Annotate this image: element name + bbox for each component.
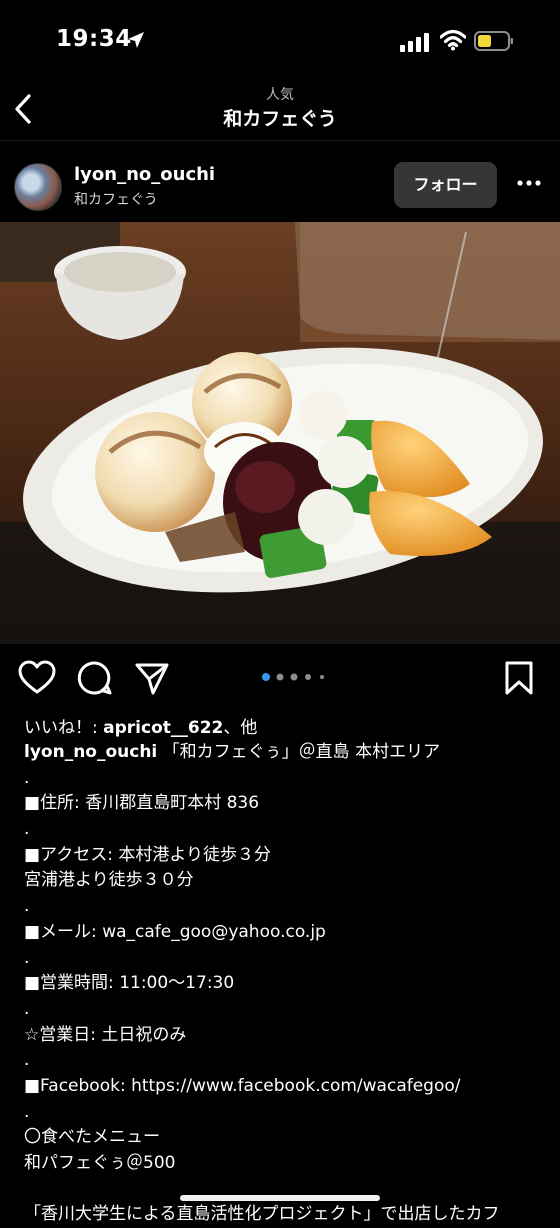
post-header: lyon_no_ouchi 和カフェぐう フォロー [0, 150, 560, 222]
caption-line: ■メール: wa_cafe_goo@yahoo.co.jp [24, 921, 326, 942]
status-time: 19:34 [56, 26, 132, 52]
share-send-icon[interactable] [134, 660, 170, 696]
caption-line: . [24, 896, 30, 917]
caption-line: ■アクセス: 本村港より徒歩３分 [24, 844, 272, 865]
likes-user[interactable]: apricot__622 [103, 718, 223, 738]
caption-first-line: lyon_no_ouchi 「和カフェぐぅ」＠直島 本村エリア [24, 740, 544, 766]
caption-username[interactable]: lyon_no_ouchi [24, 742, 157, 762]
home-indicator [180, 1195, 380, 1201]
caption: lyon_no_ouchi 「和カフェぐぅ」＠直島 本村エリア . ■住所: 香川… [24, 740, 544, 1228]
post-action-bar [0, 654, 560, 702]
battery-icon [474, 31, 513, 51]
caption-line: ☆営業日: 土日祝のみ [24, 1024, 187, 1045]
bookmark-icon[interactable] [504, 660, 534, 696]
caption-line: 「香川大学生による直島活性化プロジェクト」で出店したカフ [24, 1204, 500, 1225]
cellular-signal-icon [400, 33, 429, 52]
caption-body: . ■住所: 香川郡直島町本村 836. ■アクセス: 本村港より徒歩３分 宮浦港より… [24, 766, 544, 1228]
caption-line: 宮浦港より徒歩３０分 [24, 870, 194, 891]
likes-line: いいね！: apricot__622、他 [24, 713, 257, 738]
likes-prefix: いいね！: [24, 718, 104, 738]
heart-icon[interactable] [18, 660, 56, 696]
carousel-dot [305, 674, 311, 680]
likes-suffix[interactable]: 、他 [223, 718, 257, 738]
caption-line: . [24, 947, 30, 968]
carousel-dot [320, 675, 324, 679]
carousel-dot [290, 673, 298, 681]
carousel-dot [262, 673, 270, 681]
status-bar: 19:34 [0, 0, 560, 80]
location-arrow-icon [128, 32, 144, 48]
caption-line: 和パフェぐぅ＠500 [24, 1153, 176, 1173]
caption-line: 〇食べたメニュー [24, 1127, 160, 1148]
follow-button[interactable]: フォロー [394, 162, 497, 208]
wifi-icon [440, 29, 466, 51]
caption-line: ■住所: 香川郡直島町本村 836 [24, 793, 260, 814]
more-options-icon[interactable] [516, 179, 542, 187]
caption-line: . [24, 1101, 30, 1122]
top-nav-bar: 人気 和カフェぐう [0, 80, 560, 141]
caption-line: . [24, 1050, 30, 1071]
carousel-indicator [262, 673, 324, 681]
avatar[interactable] [14, 163, 62, 211]
caption-line: . [24, 819, 30, 840]
post-location[interactable]: 和カフェぐう [74, 189, 158, 209]
carousel-dot [276, 673, 284, 681]
post-photo[interactable] [0, 222, 560, 644]
caption-line: ■Facebook: https://www.facebook.com/waca… [24, 1075, 461, 1096]
caption-first-text: 「和カフェぐぅ」＠直島 本村エリア [162, 742, 441, 762]
caption-line: . [24, 998, 30, 1019]
comment-icon[interactable] [77, 660, 113, 696]
caption-line: . [24, 767, 30, 788]
nav-subtitle: 人気 [266, 87, 294, 103]
nav-title: 和カフェぐう [223, 108, 337, 130]
caption-line: ■営業時間: 11:00〜17:30 [24, 973, 235, 994]
post-username[interactable]: lyon_no_ouchi [74, 164, 215, 185]
